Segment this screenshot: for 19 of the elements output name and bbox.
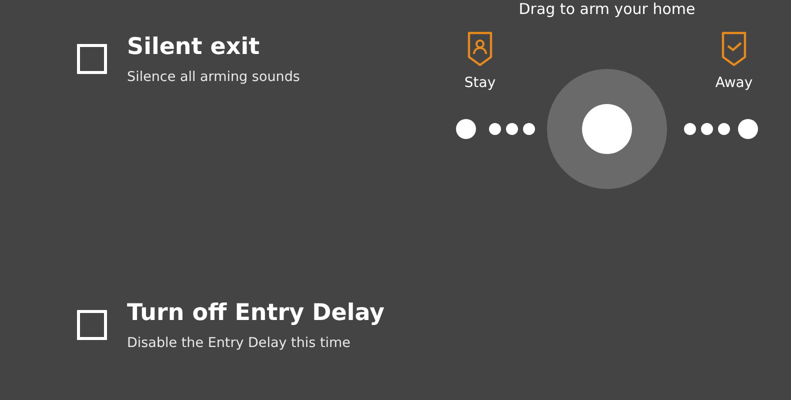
shield-check-icon[interactable] bbox=[719, 30, 749, 67]
shield-person-icon[interactable] bbox=[465, 30, 495, 67]
track-dot bbox=[456, 119, 476, 139]
checkbox[interactable] bbox=[77, 44, 107, 74]
option-description: Disable the Entry Delay this time bbox=[127, 334, 352, 354]
track-dot bbox=[506, 123, 518, 135]
checkbox[interactable] bbox=[77, 310, 107, 340]
option-description: Silence all arming sounds bbox=[127, 68, 300, 87]
track-dot bbox=[523, 123, 535, 135]
track-dot bbox=[684, 123, 696, 135]
slider-hint: Drag to arm your home bbox=[518, 0, 696, 18]
mode-label: Away bbox=[715, 74, 753, 93]
option-title: Silent exit bbox=[127, 33, 261, 61]
option-title: Turn off Entry Delay bbox=[127, 299, 385, 328]
track-dot bbox=[738, 119, 758, 139]
mode-label: Stay bbox=[464, 74, 496, 93]
track-dot bbox=[489, 123, 501, 135]
track-dot bbox=[701, 123, 713, 135]
track-dot bbox=[718, 123, 730, 135]
